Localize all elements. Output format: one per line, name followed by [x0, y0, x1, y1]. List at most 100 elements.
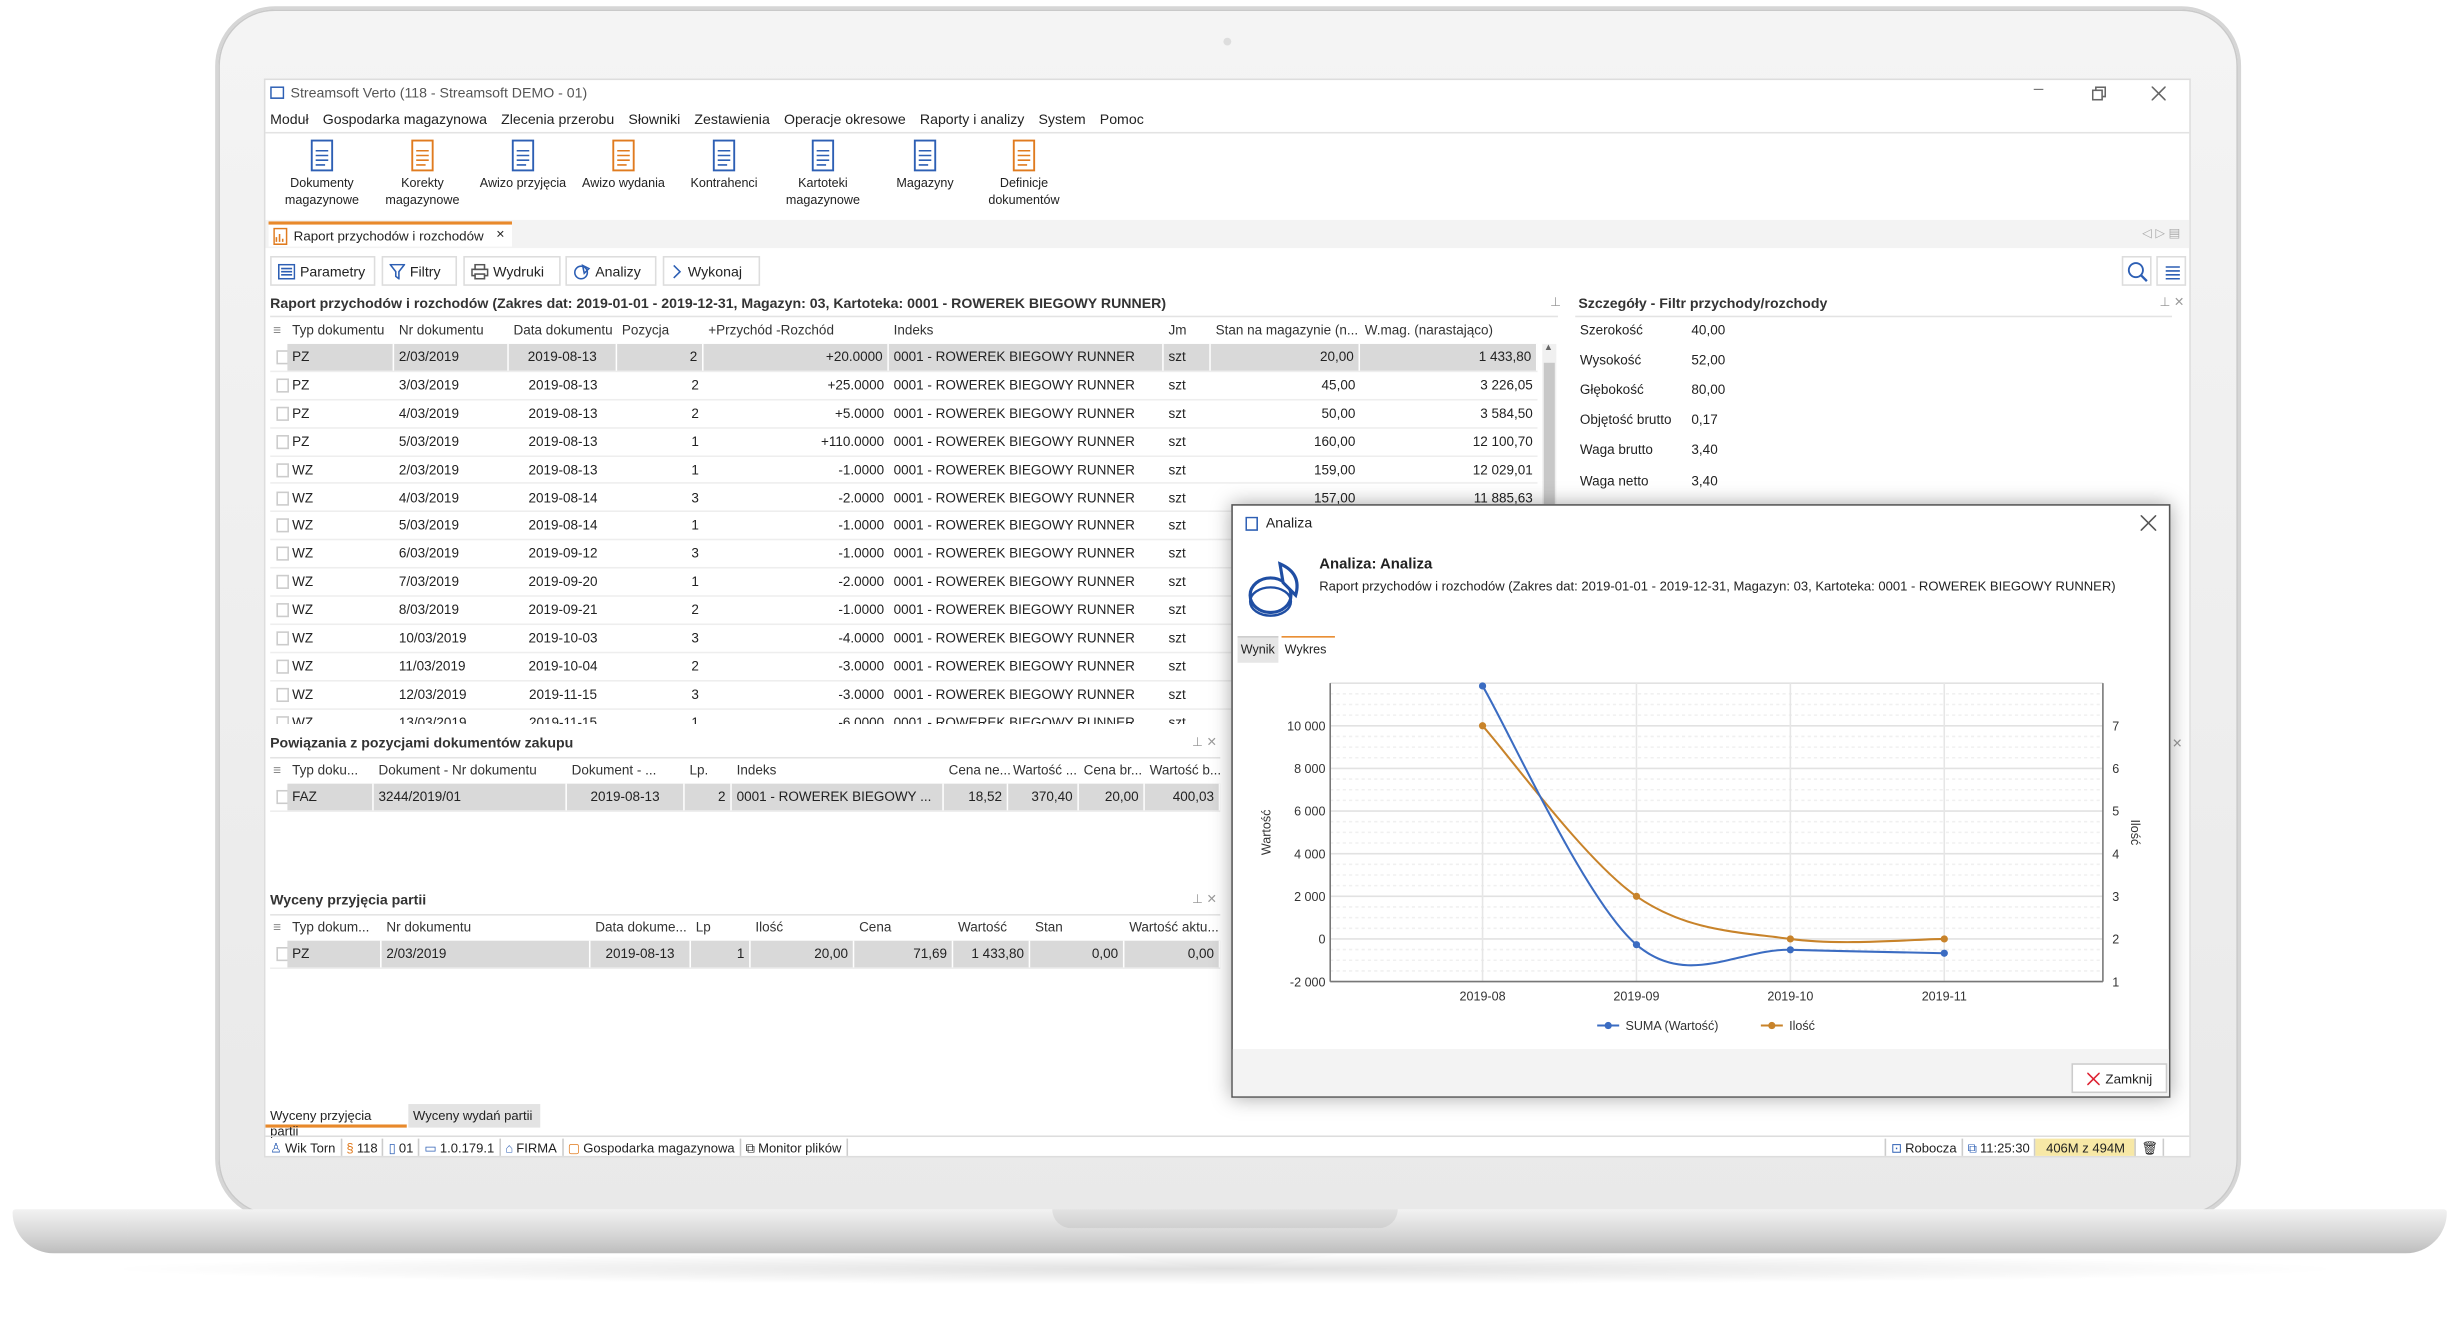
valuations-title: Wyceny przyjęcia partii: [270, 892, 427, 908]
column-header[interactable]: Jm: [1168, 319, 1186, 341]
column-header[interactable]: Indeks: [894, 319, 934, 341]
column-header[interactable]: Wartość b...: [1150, 759, 1222, 781]
ribbon-label: magazynowe: [385, 192, 460, 207]
column-header[interactable]: Stan: [1035, 916, 1063, 938]
table-row[interactable]: PZ 2/03/2019 2019-08-13 1 20,00 71,69 1 433,80…: [270, 940, 1221, 969]
column-header[interactable]: W.mag. (narastająco): [1365, 319, 1493, 341]
table-row[interactable]: PZ 5/03/2019 2019-08-13 1 +110.0000 0001 - RO…: [270, 428, 1538, 457]
minimize-button[interactable]: –: [2034, 80, 2044, 99]
column-header[interactable]: Dokument - Nr dokumentu: [378, 759, 536, 781]
table-cell: 7/03/2019: [398, 573, 459, 590]
search-button[interactable]: [2121, 255, 2152, 286]
tab-wyceny-wydan[interactable]: Wyceny wydań partii: [408, 1104, 541, 1128]
column-header[interactable]: Dokument - ...: [572, 759, 657, 781]
column-header[interactable]: Cena ne...: [949, 759, 1011, 781]
menu-item-zestawienia[interactable]: Zestawienia: [694, 112, 769, 128]
pin-icon[interactable]: ⊥: [1550, 295, 1561, 309]
status-company[interactable]: § 118: [342, 1137, 384, 1156]
status-user[interactable]: ♙ Wik Torn: [265, 1137, 342, 1156]
status-version[interactable]: ▭ 1.0.179.1: [420, 1137, 501, 1156]
column-header[interactable]: Nr dokumentu: [386, 916, 471, 938]
ribbon-label: Magazyny: [896, 175, 954, 191]
column-chooser-icon[interactable]: ≡: [273, 916, 281, 938]
table-cell: 2019-08-13: [528, 461, 598, 477]
wydruki-button[interactable]: Wydruki: [463, 255, 561, 286]
column-header[interactable]: Indeks: [737, 759, 777, 781]
table-cell: PZ: [292, 404, 310, 421]
column-header[interactable]: Cena br...: [1084, 759, 1143, 781]
filtry-button[interactable]: Filtry: [381, 255, 458, 286]
ribbon-button[interactable]: Kontrahenci: [674, 138, 775, 192]
ribbon-button[interactable]: Magazyny: [875, 138, 976, 192]
column-header[interactable]: Data dokume...: [595, 916, 687, 938]
ribbon-button[interactable]: Awizo wydania: [573, 138, 674, 192]
panel-pin-close[interactable]: ⊥ ✕: [1192, 892, 1217, 906]
status-branch[interactable]: ▯ 01: [384, 1137, 420, 1156]
detail-label: Szerokość: [1579, 321, 1643, 338]
column-header[interactable]: Pozycja: [622, 319, 669, 341]
column-header[interactable]: Lp: [696, 916, 711, 938]
column-header[interactable]: +Przychód -Rozchód: [708, 319, 834, 341]
garbage-button[interactable]: 🗑: [2137, 1137, 2165, 1156]
close-window-button[interactable]: [2151, 86, 2166, 101]
menu-item-słowniki[interactable]: Słowniki: [628, 112, 680, 128]
table-row[interactable]: WZ 2/03/2019 2019-08-13 1 -1.0000 0001 - ROWE…: [270, 456, 1538, 485]
status-memory[interactable]: 406M z 494M: [2036, 1137, 2137, 1156]
status-firm[interactable]: ⌂ FIRMA: [501, 1137, 564, 1156]
table-cell: 11/03/2019: [398, 657, 466, 674]
ribbon-button[interactable]: Kartoteki magazynowe: [773, 138, 874, 209]
table-row[interactable]: PZ 3/03/2019 2019-08-13 2 +25.0000 0001 - ROW…: [270, 372, 1538, 401]
table-cell: -2.0000: [838, 489, 885, 505]
menu-item-raporty[interactable]: Raporty i analizy: [920, 112, 1024, 128]
column-header[interactable]: Wartość aktu...: [1129, 916, 1219, 938]
column-chooser-icon[interactable]: ≡: [273, 759, 281, 781]
ribbon-button[interactable]: Awizo przyjęcia: [473, 138, 574, 192]
status-module[interactable]: ▢ Gospodarka magazynowa: [563, 1137, 741, 1156]
tab-scroll-icons[interactable]: ◁ ▷ ▤: [2142, 226, 2180, 240]
table-row[interactable]: FAZ 3244/2019/01 2019-08-13 2 0001 - ROWEREK…: [270, 783, 1221, 812]
menu-item-operacje[interactable]: Operacje okresowe: [784, 112, 906, 128]
column-header[interactable]: Wartość ...: [1013, 759, 1077, 781]
panel-pin-close[interactable]: ⊥ ✕: [1192, 735, 1217, 749]
table-cell: -4.0000: [838, 629, 885, 646]
detail-value: 52,00: [1691, 351, 1726, 368]
y2-tick-label: 7: [2112, 720, 2119, 734]
ribbon-button[interactable]: Dokumenty magazynowe: [272, 138, 373, 209]
wykonaj-button[interactable]: Wykonaj: [662, 255, 761, 286]
parametry-button[interactable]: Parametry: [270, 255, 376, 286]
restore-button[interactable]: [2091, 86, 2107, 101]
ribbon-button[interactable]: Definicje dokumentów: [974, 138, 1075, 209]
status-workspace[interactable]: ⊡ Robocza: [1884, 1137, 1963, 1156]
tab-raport[interactable]: Raport przychodów i rozchodów ×: [268, 221, 512, 247]
table-row[interactable]: PZ 2/03/2019 2019-08-13 2 +20.0000 0001 - ROW…: [270, 343, 1538, 373]
zamknij-button[interactable]: Zamknij: [2071, 1063, 2168, 1094]
column-header[interactable]: Nr dokumentu: [399, 319, 484, 341]
tab-wyceny-przyjecia[interactable]: Wyceny przyjęcia partii: [265, 1104, 407, 1139]
table-row[interactable]: PZ 4/03/2019 2019-08-13 2 +5.0000 0001 - ROWE…: [270, 400, 1538, 429]
column-header[interactable]: Lp.: [689, 759, 708, 781]
detail-value: 0,17: [1691, 411, 1718, 428]
menu-button[interactable]: [2156, 255, 2187, 286]
column-header[interactable]: Stan na magazynie (n...: [1216, 319, 1359, 341]
column-chooser-icon[interactable]: ≡: [273, 319, 281, 341]
column-header[interactable]: Cena: [859, 916, 891, 938]
ribbon-label: Definicje: [999, 175, 1049, 191]
column-header[interactable]: Ilość: [755, 916, 783, 938]
menu-item-zlecenia[interactable]: Zlecenia przerobu: [501, 112, 614, 128]
details-pin-close[interactable]: ⊥ ✕: [2159, 295, 2184, 309]
tab-close-icon[interactable]: ×: [496, 226, 504, 242]
ribbon-button[interactable]: Korekty magazynowe: [372, 138, 473, 209]
menu-item-moduł[interactable]: Moduł: [270, 112, 309, 128]
analizy-button[interactable]: Analizy: [565, 255, 657, 286]
status-monitor[interactable]: ⧉ Monitor plików: [741, 1137, 848, 1156]
column-header[interactable]: Typ doku...: [292, 759, 358, 781]
menu-item-gospodarka[interactable]: Gospodarka magazynowa: [323, 112, 487, 128]
column-header[interactable]: Typ dokum...: [292, 916, 369, 938]
menu-item-pomoc[interactable]: Pomoc: [1100, 112, 1144, 128]
column-header[interactable]: Wartość: [958, 916, 1007, 938]
column-header[interactable]: Data dokumentu: [514, 319, 613, 341]
menu-item-system[interactable]: System: [1038, 112, 1085, 128]
hidden-panel-close[interactable]: ✕: [2172, 737, 2183, 751]
column-header[interactable]: Typ dokumentu: [292, 319, 384, 341]
table-cell: 2/03/2019: [381, 940, 591, 968]
